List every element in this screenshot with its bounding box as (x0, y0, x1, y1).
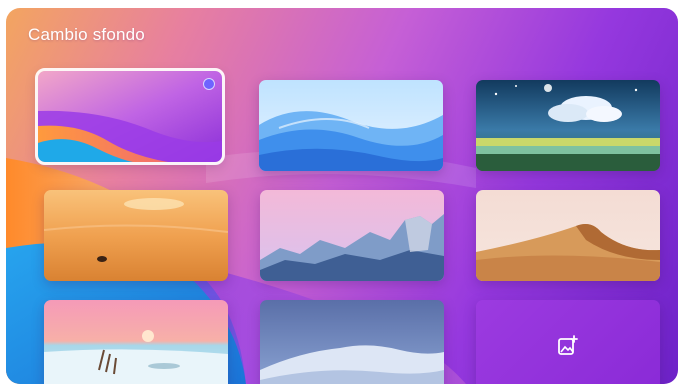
wallpaper-tile-sand-dune[interactable] (476, 190, 660, 281)
wallpaper-thumbnail (259, 80, 443, 171)
selected-indicator-icon (203, 78, 215, 90)
wallpaper-tile-snowy-mountain-range[interactable] (260, 190, 444, 281)
dialog-title: Cambio sfondo (28, 25, 145, 44)
wallpaper-thumbnail (44, 300, 228, 384)
wallpaper-thumbnail (44, 190, 228, 281)
add-image-icon (558, 334, 578, 355)
wallpaper-tile-blue-dunes[interactable] (259, 80, 443, 171)
wallpaper-thumbnail (476, 80, 660, 171)
wallpaper-dialog: Cambio sfondo (6, 8, 678, 384)
wallpaper-tile-purple-waves[interactable] (35, 68, 225, 165)
wallpaper-tile-blue-mountain-snow[interactable] (260, 300, 444, 384)
wallpaper-thumbnail (260, 190, 444, 281)
wallpaper-thumbnail (476, 190, 660, 281)
wallpaper-tile-sky-clouds-meadow[interactable] (476, 80, 660, 171)
wallpaper-thumbnail (38, 71, 222, 162)
wallpaper-thumbnail (260, 300, 444, 384)
add-wallpaper-button[interactable] (476, 300, 660, 384)
wallpaper-tile-desert-sunset-orange[interactable] (44, 190, 228, 281)
wallpaper-tile-pink-beach-sunset[interactable] (44, 300, 228, 384)
